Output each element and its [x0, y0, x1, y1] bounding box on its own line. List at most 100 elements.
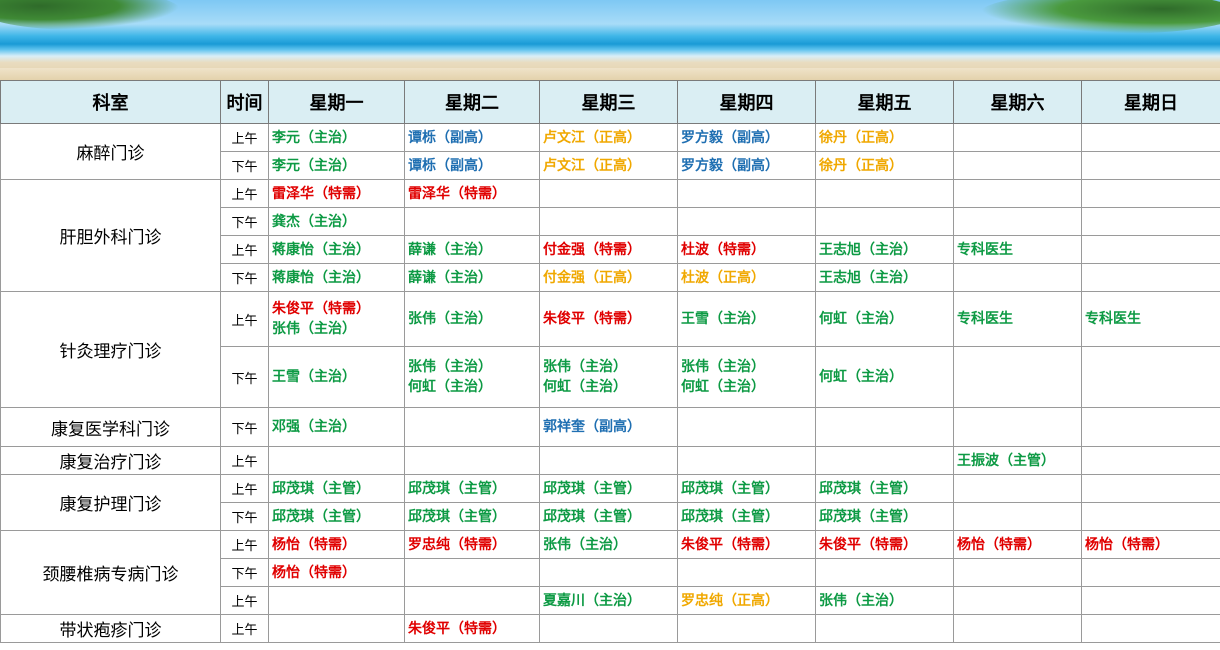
- schedule-cell: 邱茂琪（主管）: [404, 474, 540, 503]
- schedule-cell: 王雪（主治）: [268, 346, 405, 408]
- table-row: 肝胆外科门诊 上午 雷泽华（特需） 雷泽华（特需）: [0, 179, 1220, 292]
- doctor-entry: 张伟（主治）: [543, 359, 627, 375]
- doctor-entry: 邱茂琪（主管）: [408, 480, 506, 497]
- schedule-cell: 蒋康怡（主治）: [268, 263, 405, 292]
- doctor-entry: 王雪（主治）: [272, 369, 356, 385]
- schedule-cell: 张伟（主治） 何虹（主治）: [404, 346, 540, 408]
- schedule-cell: 专科医生: [953, 235, 1082, 264]
- schedule-cell: [953, 586, 1082, 615]
- schedule-cell: 何虹（主治）: [815, 346, 954, 408]
- schedule-cell: 付金强（特需）: [539, 235, 678, 264]
- doctor-entry: 邱茂琪（主管）: [272, 508, 370, 525]
- time-slot: 下午: [220, 407, 269, 447]
- schedule-cell: [268, 446, 405, 475]
- schedule-cell: [677, 614, 816, 643]
- doctor-entry: 王振波（主管）: [957, 452, 1055, 469]
- schedule-cell: [815, 614, 954, 643]
- doctor-entry: 罗忠纯（特需）: [408, 536, 506, 553]
- schedule-cell: 张伟（主治）: [404, 291, 540, 347]
- dept-name: 颈腰椎病专病门诊: [0, 530, 221, 615]
- time-slot: 上午: [220, 474, 269, 503]
- table-row: 针灸理疗门诊 上午 朱俊平（特需） 张伟（主治） 张伟（主治） 朱俊平（特需） 王雪（主治）…: [0, 291, 1220, 408]
- time-slot: 上午: [220, 179, 269, 208]
- doctor-entry: 朱俊平（特需）: [543, 311, 641, 327]
- header-dept: 科室: [0, 80, 221, 124]
- doctor-entry: 张伟（主治）: [819, 592, 903, 609]
- header-wed: 星期三: [539, 80, 678, 124]
- schedule-cell: [677, 446, 816, 475]
- schedule-cell: [815, 179, 954, 208]
- schedule-cell: 雷泽华（特需）: [268, 179, 405, 208]
- table-row: 康复治疗门诊 上午 王振波（主管）: [0, 446, 1220, 475]
- doctor-entry: 薛谦（主治）: [408, 269, 492, 286]
- doctor-entry: 邱茂琪（主管）: [819, 480, 917, 497]
- schedule-cell: [1081, 407, 1220, 447]
- doctor-entry: 杜波（特需）: [681, 241, 765, 258]
- schedule-cell: [268, 614, 405, 643]
- schedule-cell: [677, 407, 816, 447]
- header-mon: 星期一: [268, 80, 405, 124]
- doctor-entry: 付金强（正高）: [543, 269, 641, 286]
- dept-name: 麻醉门诊: [0, 123, 221, 180]
- doctor-entry: 朱俊平（特需）: [272, 301, 370, 317]
- schedule-cell: 张伟（主治）: [539, 530, 678, 559]
- schedule-cell: 朱俊平（特需）: [404, 614, 540, 643]
- dept-name: 带状疱疹门诊: [0, 614, 221, 643]
- doctor-entry: 薛谦（主治）: [408, 241, 492, 258]
- doctor-entry: 蒋康怡（主治）: [272, 269, 370, 286]
- schedule-cell: 夏嘉川（主治）: [539, 586, 678, 615]
- doctor-entry: 杨怡（特需）: [272, 536, 356, 553]
- time-slot: 上午: [220, 530, 269, 559]
- doctor-entry: 专科医生: [957, 241, 1013, 258]
- schedule-cell: [1081, 346, 1220, 408]
- doctor-entry: 张伟（主治）: [272, 321, 356, 337]
- doctor-entry: 何虹（主治）: [819, 311, 903, 327]
- doctor-entry: 邱茂琪（主管）: [543, 480, 641, 497]
- doctor-entry: 徐丹（正高）: [819, 157, 903, 174]
- schedule-cell: 杜波（特需）: [677, 235, 816, 264]
- time-slot: 上午: [220, 291, 269, 347]
- schedule-cell: 邱茂琪（主管）: [404, 502, 540, 531]
- schedule-cell: [953, 263, 1082, 292]
- doctor-entry: 卢文江（正高）: [543, 157, 641, 174]
- schedule-cell: 王志旭（主治）: [815, 263, 954, 292]
- schedule-cell: 王雪（主治）: [677, 291, 816, 347]
- schedule-cell: 卢文江（正高）: [539, 123, 678, 152]
- schedule-cell: 杜波（正高）: [677, 263, 816, 292]
- doctor-entry: 雷泽华（特需）: [272, 185, 370, 202]
- table-row: 康复护理门诊 上午 邱茂琪（主管） 邱茂琪（主管） 邱茂琪（主管） 邱茂琪（主管） 邱茂琪（…: [0, 474, 1220, 531]
- schedule-cell: 雷泽华（特需）: [404, 179, 540, 208]
- doctor-entry: 邓强（主治）: [272, 419, 356, 435]
- schedule-cell: [539, 614, 678, 643]
- schedule-cell: 杨怡（特需）: [953, 530, 1082, 559]
- schedule-cell: [404, 586, 540, 615]
- doctor-entry: 何虹（主治）: [408, 379, 492, 395]
- doctor-entry: 邱茂琪（主管）: [543, 508, 641, 525]
- doctor-entry: 专科医生: [957, 311, 1013, 327]
- schedule-cell: 张伟（主治） 何虹（主治）: [677, 346, 816, 408]
- schedule-cell: [404, 446, 540, 475]
- doctor-entry: 朱俊平（特需）: [819, 536, 917, 553]
- doctor-entry: 雷泽华（特需）: [408, 185, 506, 202]
- schedule-cell: 罗忠纯（正高）: [677, 586, 816, 615]
- schedule-cell: [953, 346, 1082, 408]
- doctor-entry: 谭栎（副高）: [408, 157, 492, 174]
- time-slot: 上午: [220, 614, 269, 643]
- sand-strip: [0, 68, 1220, 80]
- schedule-cell: 朱俊平（特需）: [539, 291, 678, 347]
- schedule-cell: 邱茂琪（主管）: [539, 502, 678, 531]
- schedule-cell: [953, 407, 1082, 447]
- header-sat: 星期六: [953, 80, 1082, 124]
- schedule-cell: [268, 586, 405, 615]
- doctor-entry: 付金强（特需）: [543, 241, 641, 258]
- doctor-entry: 何虹（主治）: [819, 369, 903, 385]
- doctor-entry: 专科医生: [1085, 311, 1141, 327]
- header-tue: 星期二: [404, 80, 540, 124]
- schedule-cell: 邱茂琪（主管）: [815, 474, 954, 503]
- schedule-cell: 卢文江（正高）: [539, 151, 678, 180]
- schedule-cell: 邓强（主治）: [268, 407, 405, 447]
- time-slot: 下午: [220, 151, 269, 180]
- time-slot: 上午: [220, 235, 269, 264]
- schedule-cell: [953, 179, 1082, 208]
- schedule-cell: 杨怡（特需）: [268, 530, 405, 559]
